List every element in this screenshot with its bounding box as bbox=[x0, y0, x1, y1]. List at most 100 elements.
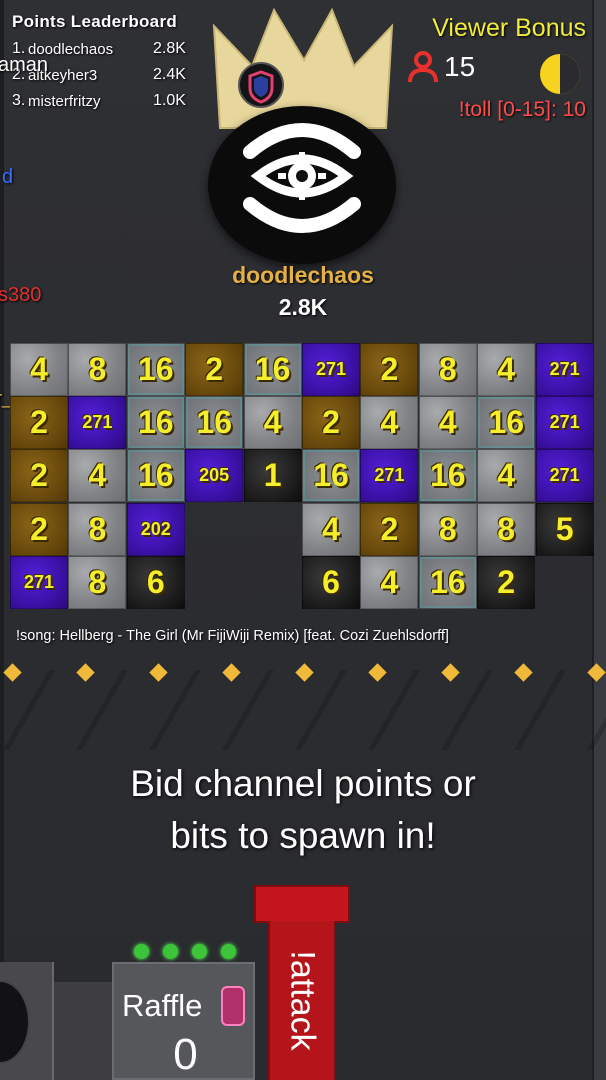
block-tile: 4 bbox=[10, 343, 68, 396]
peg-icon bbox=[222, 663, 241, 682]
tile-grid: 4 8 16 2 16 271 2 8 4 271 2 271 16 16 4 2 4 4 16 271 2 4 16 205… bbox=[10, 343, 594, 609]
peg-icon bbox=[149, 663, 168, 682]
green-light-icon bbox=[163, 944, 178, 959]
viewer-count-value: 15 bbox=[444, 51, 476, 82]
block-tile: 2 bbox=[360, 343, 419, 396]
leaderboard-title: Points Leaderboard bbox=[12, 12, 178, 31]
half-moon-icon bbox=[540, 54, 580, 94]
block-tile: 202 bbox=[126, 502, 185, 556]
raffle-label: Raffle bbox=[122, 988, 203, 1023]
block-tile: 2 bbox=[302, 396, 360, 450]
cta-line-2: bits to spawn in! bbox=[170, 815, 436, 856]
viewer-bonus-title: Viewer Bonus bbox=[432, 14, 586, 42]
block-tile: 4 bbox=[360, 555, 419, 609]
block-tile: 271 bbox=[302, 343, 360, 396]
block-tile: 271 bbox=[535, 449, 594, 503]
song-now-playing: !song: Hellberg - The Girl (Mr FijiWiji … bbox=[16, 628, 449, 644]
block-tile: 2 bbox=[360, 502, 419, 556]
empty-cell bbox=[185, 556, 243, 609]
ticket-icon bbox=[221, 986, 245, 1026]
block-tile: 271 bbox=[535, 396, 594, 450]
green-light-icon bbox=[192, 944, 207, 959]
block-tile: 2 bbox=[10, 449, 68, 503]
raffle-machine: Raffle 0 bbox=[112, 962, 255, 1080]
block-tile: 6 bbox=[126, 555, 185, 609]
block-tile: 4 bbox=[477, 343, 536, 396]
block-tile: 2 bbox=[477, 555, 536, 609]
block-tile: 16 bbox=[185, 396, 244, 450]
peg-shadow bbox=[221, 670, 275, 750]
green-light-icon bbox=[221, 944, 236, 959]
block-tile: 4 bbox=[418, 396, 477, 450]
peg-icon bbox=[295, 663, 314, 682]
left-wall bbox=[0, 0, 4, 1080]
peg-icon bbox=[368, 663, 387, 682]
block-tile: 271 bbox=[535, 343, 594, 396]
empty-cell bbox=[185, 503, 243, 556]
block-tile: 4 bbox=[68, 449, 127, 503]
offscreen-player-label: aman bbox=[0, 54, 49, 76]
toll-command: !toll [0-15]: 10 bbox=[458, 98, 586, 121]
empty-cell bbox=[536, 556, 594, 609]
empty-cell bbox=[244, 556, 302, 609]
block-tile: 8 bbox=[477, 502, 536, 556]
leaderboard-row: 3. misterfritzy 1.0K bbox=[12, 88, 213, 114]
peg-icon bbox=[587, 663, 606, 682]
viewer-count: 15 bbox=[406, 50, 475, 84]
green-light-icon bbox=[134, 944, 149, 959]
peg-shadow bbox=[294, 670, 348, 750]
shield-badge-icon bbox=[238, 62, 284, 108]
king-score: 2.8K bbox=[278, 294, 328, 320]
block-tile: 271 bbox=[360, 449, 419, 503]
attack-label-wrap: !attack bbox=[268, 921, 336, 1080]
block-tile: 16 bbox=[126, 396, 185, 450]
block-tile: 271 bbox=[10, 555, 68, 609]
peg-shadow bbox=[440, 670, 494, 750]
empty-cell bbox=[244, 503, 302, 556]
gear-eye-icon bbox=[243, 123, 361, 233]
block-tile: 4 bbox=[360, 396, 419, 450]
peg-shadow bbox=[148, 670, 202, 750]
peg-icon bbox=[441, 663, 460, 682]
block-tile: 8 bbox=[418, 502, 477, 556]
leaderboard-value: 2.8K bbox=[153, 40, 186, 57]
viewer-bonus-panel: Viewer Bonus 15 !toll [0-15]: 10 bbox=[406, 14, 586, 121]
peg-shadow bbox=[586, 670, 606, 750]
block-tile: 4 bbox=[477, 449, 536, 503]
game-stage: Points Leaderboard 1. doodlechaos 2.8K 2… bbox=[0, 0, 606, 1080]
block-tile: 271 bbox=[68, 396, 127, 450]
peg-icon bbox=[3, 663, 22, 682]
block-tile: 2 bbox=[185, 343, 244, 396]
block-tile: 16 bbox=[477, 396, 536, 450]
person-icon bbox=[408, 51, 438, 83]
peg-row bbox=[0, 660, 606, 750]
cta-line-1: Bid channel points or bbox=[130, 763, 476, 804]
block-tile: 1 bbox=[243, 449, 302, 503]
leaderboard-value: 2.4K bbox=[153, 66, 186, 83]
king-name: doodlechaos bbox=[232, 262, 374, 288]
peg-shadow bbox=[75, 670, 129, 750]
peg-icon bbox=[514, 663, 533, 682]
left-machine-block bbox=[52, 982, 114, 1080]
peg-shadow bbox=[367, 670, 421, 750]
raffle-indicator-lights bbox=[134, 944, 250, 959]
block-tile: 2 bbox=[10, 396, 68, 450]
leaderboard-rank: 3. bbox=[12, 92, 26, 109]
block-tile: 4 bbox=[302, 502, 360, 556]
attack-pipe-cap bbox=[254, 885, 350, 923]
block-tile: 8 bbox=[68, 502, 127, 556]
block-tile: 16 bbox=[126, 343, 185, 396]
leaderboard-name: misterfritzy bbox=[28, 92, 101, 110]
block-tile: 16 bbox=[243, 343, 302, 396]
block-tile: 16 bbox=[418, 449, 477, 503]
block-tile: 8 bbox=[68, 555, 127, 609]
block-tile: 5 bbox=[535, 502, 594, 556]
block-tile: 2 bbox=[10, 502, 68, 556]
peg-shadow bbox=[2, 670, 56, 750]
block-tile: 16 bbox=[302, 449, 360, 503]
leaderboard-value: 1.0K bbox=[153, 92, 186, 109]
offscreen-player-label: d bbox=[2, 166, 14, 188]
block-tile: 4 bbox=[243, 396, 302, 450]
peg-shadow bbox=[513, 670, 567, 750]
block-tile: 6 bbox=[302, 555, 360, 609]
